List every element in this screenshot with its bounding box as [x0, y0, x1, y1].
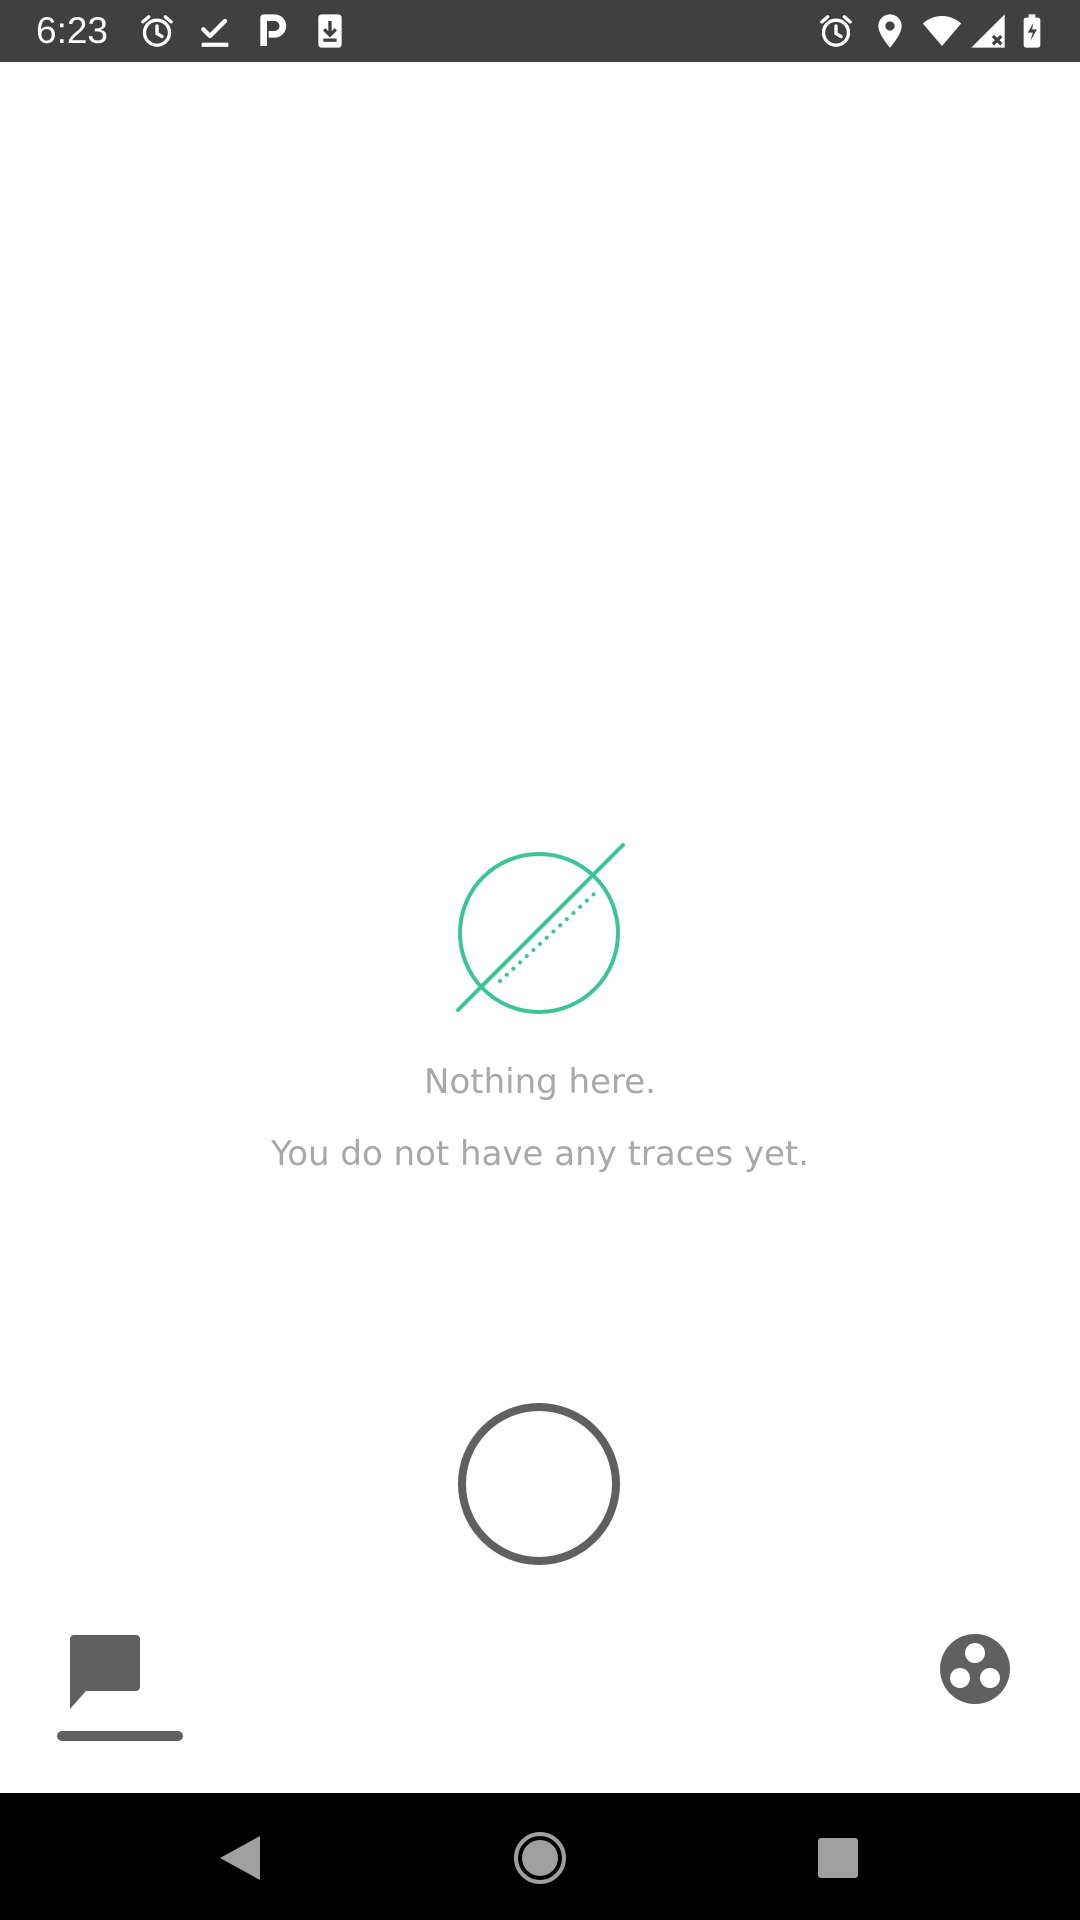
home-circle-icon[interactable] — [512, 1830, 568, 1886]
wifi-icon — [922, 16, 962, 46]
screen: 6:23 Nothing here. You do not have any t… — [0, 0, 1080, 1920]
record-button[interactable] — [458, 1403, 620, 1565]
empty-set-icon — [456, 843, 625, 1014]
battery-icon — [1023, 14, 1041, 48]
parking-icon — [260, 14, 287, 46]
alarm-icon — [820, 15, 852, 47]
signal-icon — [971, 14, 1005, 48]
location-icon — [878, 14, 902, 48]
tab-more[interactable] — [930, 1628, 1020, 1718]
empty-state-subtitle: You do not have any traces yet. — [270, 1134, 810, 1174]
back-triangle-icon[interactable] — [212, 1830, 268, 1886]
download-icon — [318, 14, 342, 48]
tab-traces[interactable] — [56, 1625, 186, 1745]
check-icon — [201, 18, 229, 47]
alarm-icon — [141, 15, 173, 47]
empty-state-title: Nothing here. — [424, 1062, 656, 1102]
chat-bubble-icon — [70, 1635, 140, 1709]
three-dots-circle-icon — [940, 1634, 1010, 1704]
status-bar: 6:23 — [0, 0, 1080, 62]
active-tab-indicator — [57, 1731, 183, 1741]
status-time: 6:23 — [36, 10, 109, 51]
recents-square-icon[interactable] — [810, 1830, 866, 1886]
